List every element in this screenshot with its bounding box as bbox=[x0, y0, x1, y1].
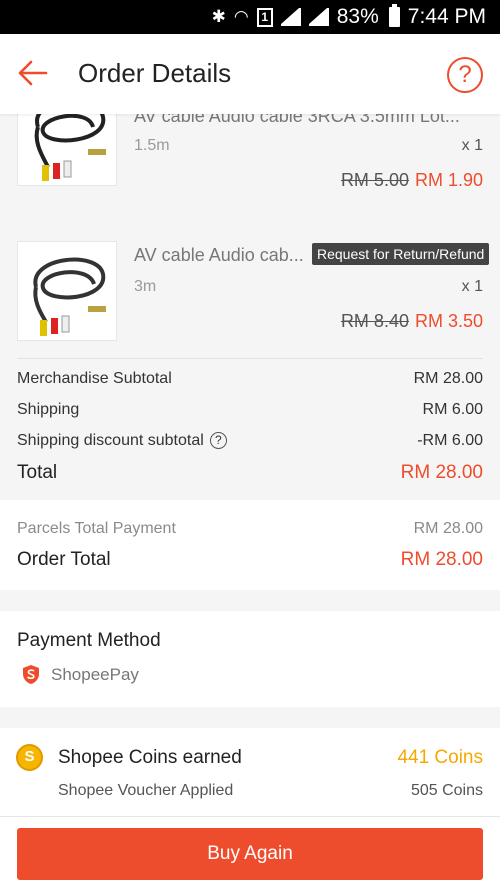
original-price: RM 8.40 bbox=[340, 311, 409, 331]
product-quantity: x 1 bbox=[461, 278, 483, 295]
divider bbox=[17, 358, 483, 359]
buy-again-button[interactable]: Buy Again bbox=[17, 828, 483, 880]
av-cable-image bbox=[33, 257, 106, 336]
help-icon[interactable]: ? bbox=[447, 57, 483, 93]
product-prices: RM 8.40 RM 3.50 bbox=[341, 311, 483, 332]
payment-method-value: ShopeePay bbox=[51, 665, 139, 684]
parcels-total-label: Parcels Total Payment bbox=[17, 520, 176, 537]
coins-earned-label: Shopee Coins earned bbox=[58, 747, 242, 768]
payment-method-title: Payment Method bbox=[17, 630, 161, 651]
product-variant: 3m bbox=[134, 278, 157, 295]
coins-card: Shopee Coins earned 441 Coins Shopee Vou… bbox=[0, 728, 500, 816]
shipping-discount-row: Shipping discount subtotal? -RM 6.00 bbox=[17, 432, 483, 450]
discount-price: RM 1.90 bbox=[414, 170, 483, 190]
back-arrow-icon[interactable] bbox=[16, 56, 50, 90]
total-value: RM 28.00 bbox=[400, 462, 483, 483]
product-name: AV cable Audio cable 3RCA 3.5mm Lot... bbox=[134, 114, 460, 126]
merchandise-subtotal-value: RM 28.00 bbox=[413, 370, 483, 387]
product-quantity: x 1 bbox=[461, 137, 483, 154]
clock: 7:44 PM bbox=[407, 5, 486, 28]
product-prices: RM 5.00 RM 1.90 bbox=[341, 170, 483, 191]
product-thumbnail[interactable] bbox=[17, 241, 117, 341]
bluetooth-icon: ✱ bbox=[211, 7, 226, 26]
payment-method-card[interactable]: Payment Method ShopeePay bbox=[0, 611, 500, 707]
total-label: Total bbox=[17, 462, 58, 483]
shopeepay-icon bbox=[23, 665, 39, 684]
battery-icon bbox=[388, 4, 400, 27]
parcels-total-row: Parcels Total Payment RM 28.00 bbox=[17, 520, 483, 538]
shipping-discount-value: -RM 6.00 bbox=[417, 432, 483, 449]
order-total-row: Order Total RM 28.00 bbox=[17, 549, 483, 571]
merchandise-subtotal-row: Merchandise Subtotal RM 28.00 bbox=[17, 370, 483, 388]
signal-icon bbox=[280, 8, 301, 26]
original-price: RM 5.00 bbox=[340, 170, 409, 190]
parcels-total-value: RM 28.00 bbox=[413, 520, 483, 537]
payment-totals-card: Parcels Total Payment RM 28.00 Order Tot… bbox=[0, 500, 500, 590]
bottom-action-bar: Buy Again bbox=[0, 816, 500, 889]
signal-2-icon bbox=[308, 8, 329, 26]
wifi-icon: ◠ bbox=[233, 7, 249, 26]
shipping-row: Shipping RM 6.00 bbox=[17, 401, 483, 419]
status-bar: ✱ ◠ 1 83% 7:44 PM bbox=[0, 0, 500, 34]
return-refund-badge[interactable]: Request for Return/Refund bbox=[312, 243, 490, 265]
discount-price: RM 3.50 bbox=[414, 311, 483, 331]
battery-percent: 83% bbox=[336, 5, 379, 28]
coins-earned-value: 441 Coins bbox=[397, 747, 483, 768]
shipping-discount-label: Shipping discount subtotal bbox=[17, 432, 204, 449]
app-header: Order Details ? bbox=[0, 34, 500, 114]
merchandise-subtotal-label: Merchandise Subtotal bbox=[17, 370, 172, 387]
shipping-label: Shipping bbox=[17, 401, 80, 418]
product-variant: 1.5m bbox=[134, 137, 170, 154]
order-items: AV cable Audio cable 3RCA 3.5mm Lot... 1… bbox=[0, 114, 500, 500]
voucher-applied-value: 505 Coins bbox=[410, 782, 483, 799]
shopee-coin-icon: S bbox=[16, 744, 43, 771]
page-title: Order Details bbox=[78, 58, 232, 88]
av-cable-image bbox=[34, 114, 106, 181]
order-total-label: Order Total bbox=[17, 549, 111, 570]
product-thumbnail[interactable] bbox=[17, 114, 117, 186]
order-total-value: RM 28.00 bbox=[400, 549, 483, 570]
info-icon[interactable]: ? bbox=[209, 432, 227, 450]
sim-icon: 1 bbox=[256, 7, 273, 27]
voucher-applied-label: Shopee Voucher Applied bbox=[58, 782, 234, 799]
total-row: Total RM 28.00 bbox=[17, 462, 483, 484]
shipping-value: RM 6.00 bbox=[422, 401, 483, 418]
product-name: AV cable Audio cab... bbox=[134, 245, 304, 265]
